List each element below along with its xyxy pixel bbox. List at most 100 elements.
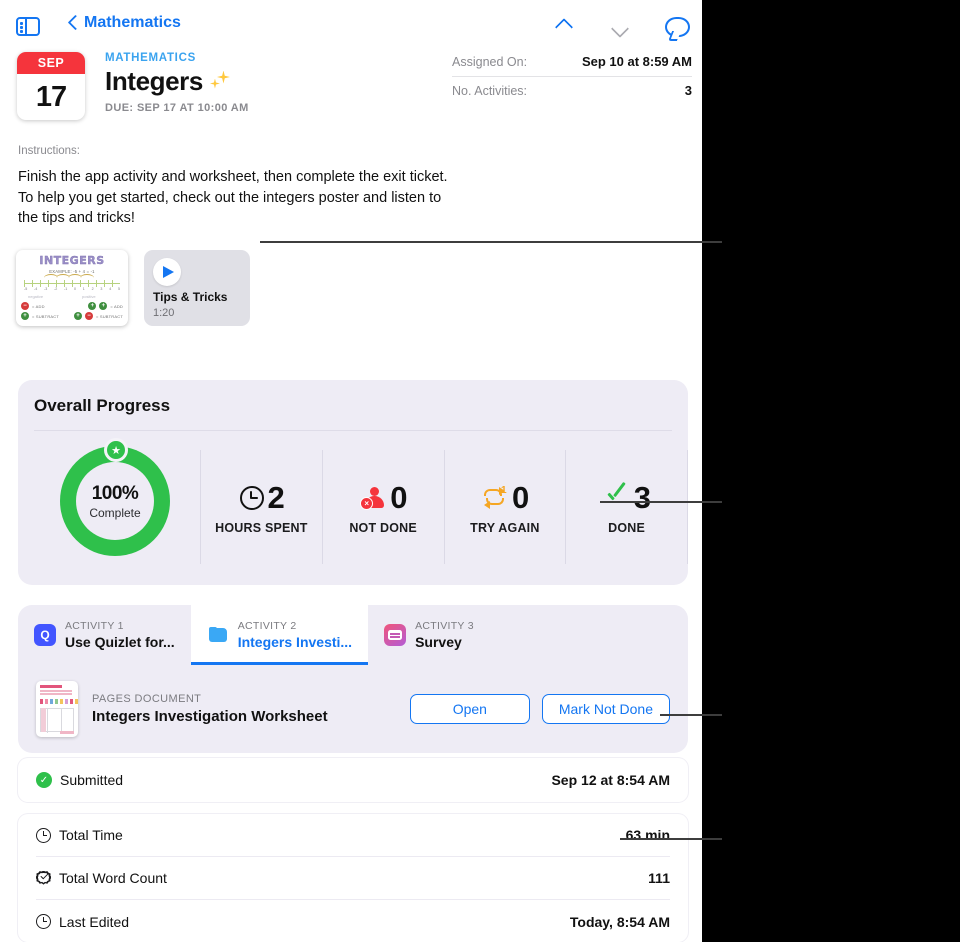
detail-row-last-edited: Last Edited Today, 8:54 AM: [36, 900, 670, 942]
green-check-icon: ✓: [36, 772, 52, 788]
stat-value: 3: [633, 479, 651, 515]
tab-index: ACTIVITY 2: [237, 620, 297, 632]
clock-icon: [36, 914, 51, 929]
stat-value: 0: [390, 479, 407, 515]
tab-name: Use Quizlet for...: [65, 634, 175, 650]
integers-poster-thumbnail[interactable]: INTEGERS EXAMPLE: -5 + 4 = -1 -5 -4 -3 -2 -1…: [16, 250, 128, 326]
navigation-bar: Mathematics: [0, 0, 702, 52]
meta-row-assigned-on: Assigned On: Sep 10 at 8:59 AM: [452, 48, 692, 77]
poster-rule-text: = SUBTRACT: [32, 313, 60, 319]
document-thumbnail[interactable]: [36, 681, 78, 737]
calendar-month: SEP: [17, 52, 85, 74]
star-badge-icon: ★: [104, 438, 128, 462]
poster-positive-label: positive: [82, 294, 96, 299]
calendar-day: 17: [35, 80, 67, 113]
badge-check-icon: [36, 870, 51, 886]
activities-label: No. Activities:: [452, 84, 528, 98]
tab-name: Integers Investi...: [237, 634, 353, 650]
stat-label: DONE: [608, 520, 646, 535]
poster-rule-text: = SUBTRACT: [95, 313, 123, 319]
chevron-down-icon[interactable]: [606, 13, 636, 39]
person-x-icon: ×: [360, 486, 386, 510]
due-date: DUE: SEP 17 AT 10:00 AM: [105, 102, 249, 114]
document-row: PAGES DOCUMENT Integers Investigation Wo…: [18, 665, 688, 753]
document-kind: PAGES DOCUMENT: [92, 693, 202, 705]
detail-row-word-count: Total Word Count 111: [36, 857, 670, 900]
folder-app-icon: [206, 624, 229, 646]
poster-rule-text: = ADD: [110, 303, 123, 309]
callout-line-progress: [600, 501, 722, 503]
detail-label: Total Word Count: [59, 870, 167, 886]
clock-icon: [239, 485, 264, 510]
stat-value: 0: [512, 479, 529, 515]
poster-negative-label: negative: [28, 294, 44, 299]
open-button[interactable]: Open: [409, 694, 530, 724]
poster-rule-text: = ADD: [32, 303, 45, 309]
detail-value: 111: [648, 870, 670, 886]
screenshot-root: Mathematics SEP 17 MATHEMATICS Integers …: [0, 0, 960, 942]
progress-stats: 2 HOURS SPENT × 0 NOT DONE 1 0 TRY AGAIN…: [200, 450, 688, 564]
assignment-detail-view: Mathematics SEP 17 MATHEMATICS Integers …: [0, 0, 702, 942]
progress-subtitle: Complete: [89, 505, 141, 520]
chevron-up-icon[interactable]: [550, 13, 580, 39]
tab-index: ACTIVITY 3: [415, 620, 474, 632]
assigned-on-value: Sep 10 at 8:59 AM: [581, 54, 692, 69]
stat-label: HOURS SPENT: [215, 520, 308, 535]
page-title: Integers: [105, 66, 203, 96]
quizlet-app-icon: Q: [34, 624, 56, 646]
document-actions: Open Mark Not Done: [409, 694, 670, 724]
stat-value: 2: [267, 479, 285, 515]
assignment-header: MATHEMATICS Integers DUE: SEP 17 AT 10:0…: [105, 52, 249, 114]
divider: [34, 430, 672, 431]
submission-status-label: Submitted: [60, 772, 124, 788]
resource-cards: INTEGERS EXAMPLE: -5 + 4 = -1 -5 -4 -3 -2 -1…: [16, 250, 250, 326]
detail-label: Total Time: [59, 827, 123, 843]
tab-activity-3[interactable]: ACTIVITY 3 Survey: [368, 605, 533, 665]
instructions-label: Instructions:: [18, 145, 80, 157]
activity-tabs: Q ACTIVITY 1 Use Quizlet for... ACTIVITY…: [18, 605, 688, 665]
poster-number-line: [24, 280, 120, 287]
sparkles-icon: [209, 69, 235, 95]
detail-value: 63 min: [625, 827, 670, 843]
detail-row-total-time: Total Time 63 min: [36, 814, 670, 857]
activities-value: 3: [684, 83, 692, 98]
instructions-text: Finish the app activity and worksheet, t…: [18, 169, 448, 226]
clock-icon: [36, 827, 51, 843]
poster-number-ticks: -5 -4 -3 -2 -1 0 12345: [24, 287, 120, 291]
meta-row-activities: No. Activities: 3: [452, 77, 692, 105]
activities-card: Q ACTIVITY 1 Use Quizlet for... ACTIVITY…: [18, 605, 688, 753]
navbar-actions: [550, 13, 692, 39]
tab-activity-1[interactable]: Q ACTIVITY 1 Use Quizlet for...: [18, 605, 191, 665]
stat-label: TRY AGAIN: [470, 520, 540, 535]
assignment-meta: Assigned On: Sep 10 at 8:59 AM No. Activ…: [452, 48, 692, 105]
stat-hours-spent: 2 HOURS SPENT: [200, 450, 323, 564]
subject-label: MATHEMATICS: [105, 52, 196, 64]
assigned-on-label: Assigned On:: [452, 55, 528, 69]
play-icon[interactable]: [153, 258, 181, 286]
repeat-one-icon: 1: [482, 485, 508, 510]
callout-line-buttons: [660, 714, 722, 716]
submission-status-value: Sep 12 at 8:54 AM: [551, 772, 670, 788]
comment-bubble-icon[interactable]: [662, 13, 692, 39]
document-name: Integers Investigation Worksheet: [92, 708, 328, 725]
mark-not-done-button[interactable]: Mark Not Done: [541, 694, 670, 724]
stat-try-again: 1 0 TRY AGAIN: [445, 450, 567, 564]
calendar-badge: SEP 17: [17, 52, 85, 120]
video-duration: 1:20: [153, 307, 175, 319]
tips-and-tricks-video-card[interactable]: Tips & Tricks 1:20: [144, 250, 250, 326]
progress-percent: 100%: [91, 482, 139, 504]
tab-activity-2[interactable]: ACTIVITY 2 Integers Investi...: [190, 605, 369, 665]
poster-title: INTEGERS: [39, 254, 105, 267]
detail-label: Last Edited: [59, 913, 130, 930]
progress-ring: 100% Complete ★: [50, 438, 180, 568]
stat-done: 3 DONE: [566, 450, 688, 564]
stat-label: NOT DONE: [349, 520, 417, 535]
submission-details-card: Total Time 63 min Total Word Count 111 L…: [18, 814, 688, 942]
tab-index: ACTIVITY 1: [65, 620, 124, 632]
sidebar-toggle-icon[interactable]: [16, 17, 40, 36]
chevron-left-icon: [68, 15, 78, 32]
back-button-label: Mathematics: [84, 14, 181, 31]
survey-app-icon: [384, 624, 407, 646]
back-button[interactable]: Mathematics: [68, 14, 181, 32]
submission-status-card: ✓ Submitted Sep 12 at 8:54 AM: [18, 758, 688, 802]
